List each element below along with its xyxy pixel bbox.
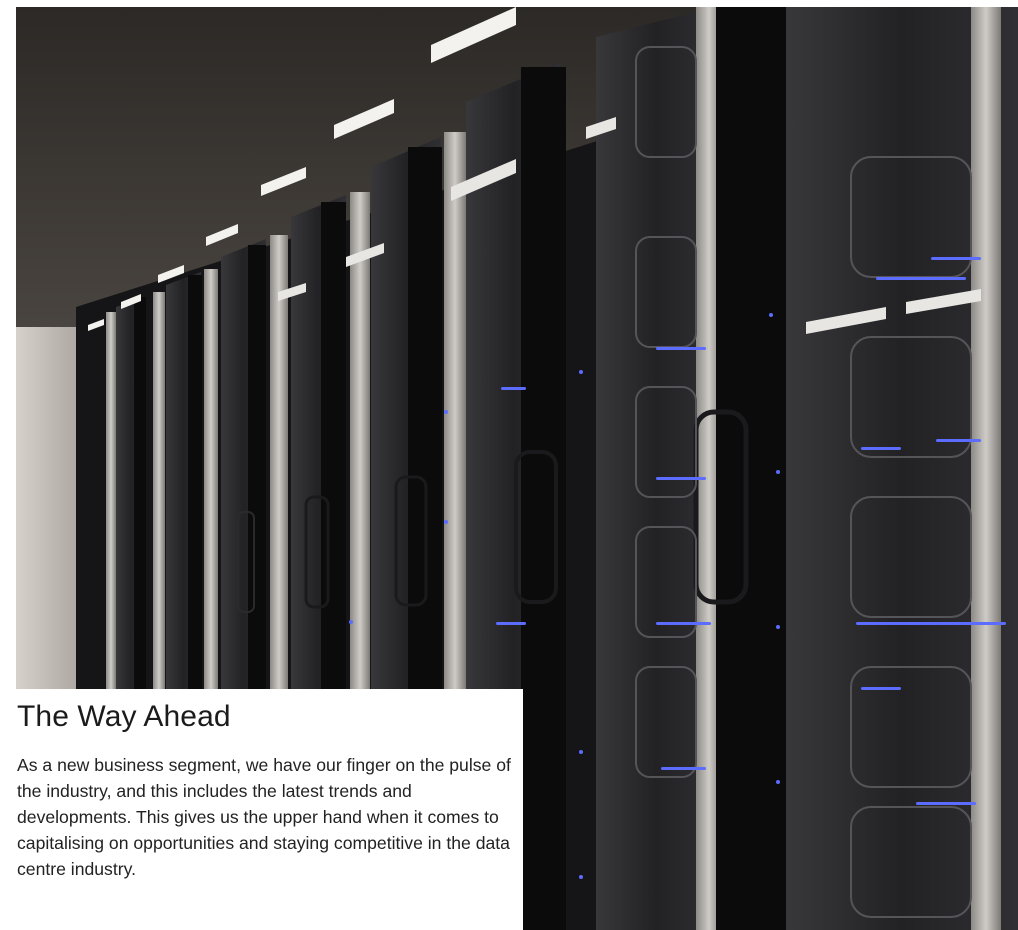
rack-post [971, 7, 1001, 930]
section-title: The Way Ahead [17, 700, 231, 733]
page: The Way Ahead As a new business segment,… [0, 0, 1018, 930]
rack-door-edge [521, 67, 566, 930]
section-caption-card: The Way Ahead As a new business segment,… [0, 689, 523, 930]
rack-door-edge [716, 7, 786, 930]
section-body-text: As a new business segment, we have our f… [17, 755, 511, 879]
